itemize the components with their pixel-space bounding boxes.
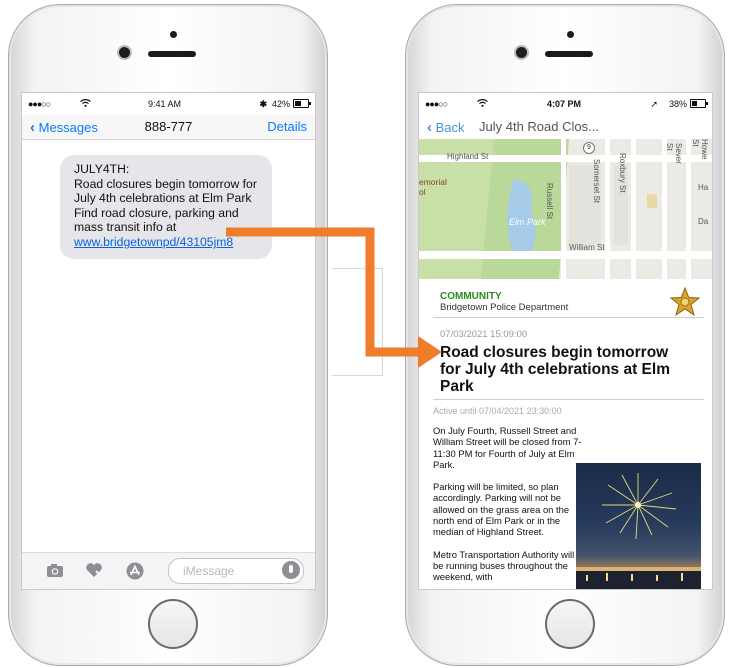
home-button[interactable] — [148, 599, 198, 649]
front-camera — [516, 47, 527, 58]
alert-headline: Road closures begin tomorrow for July 4t… — [440, 344, 670, 395]
street-label: Highland St — [447, 152, 489, 161]
message-input-bar: iMessage — [22, 552, 315, 589]
clock: 9:41 AM — [148, 99, 182, 109]
alert-body: On July Fourth, Russell Street and Willi… — [433, 425, 583, 589]
status-bar: ●●●○○ 4:07 PM ➚ 38% — [419, 93, 712, 115]
background-panel — [332, 268, 383, 376]
back-label: Back — [435, 120, 465, 135]
alert-paragraph: Metro Transportation Authority will be r… — [433, 548, 575, 583]
mic-icon[interactable] — [282, 561, 300, 579]
imessage-input[interactable]: iMessage — [168, 558, 304, 584]
battery-percent: 42% — [271, 99, 290, 109]
messages-navbar: ‹ Messages 888-777 Details — [22, 115, 315, 140]
battery-percent: 38% — [668, 99, 687, 109]
home-button[interactable] — [545, 599, 595, 649]
earpiece-speaker — [545, 51, 593, 57]
status-bar: ●●●○○ 9:41 AM ✱ 42% — [22, 93, 315, 115]
street-label: Russell St — [545, 183, 554, 220]
alert-agency: Bridgetown Police Department — [440, 302, 569, 313]
alert-screen: ●●●○○ 4:07 PM ➚ 38% ‹ Back July 4th Road… — [418, 92, 713, 590]
battery-indicator: 42% — [271, 99, 311, 109]
message-link[interactable]: www.bridgetownpd/43105jm8 — [74, 235, 233, 249]
signal-strength: ●●●○○ — [28, 99, 51, 109]
map-label: Ha — [698, 183, 709, 192]
bluetooth-icon: ✱ — [259, 99, 267, 109]
battery-indicator: 38% — [668, 99, 708, 109]
heart-digital-touch-icon[interactable] — [85, 562, 103, 578]
chevron-left-icon: ‹ — [427, 119, 432, 136]
details-button[interactable]: Details — [267, 119, 307, 134]
fireworks-photo — [576, 463, 701, 589]
message-line: JULY4TH: — [74, 162, 130, 176]
active-until: Active until 07/04/2021 23:30:00 — [433, 406, 562, 416]
app-store-icon[interactable] — [124, 562, 146, 580]
message-line: Road closures begin tomorrow for July 4t… — [74, 176, 257, 206]
map-label: Da — [698, 217, 709, 226]
back-button[interactable]: ‹ Back — [427, 119, 465, 136]
map-label: emorial — [419, 177, 447, 187]
alert-paragraph: Parking will be limited, so plan accordi… — [433, 481, 570, 538]
proximity-sensor — [567, 31, 574, 38]
street-label: Sever St — [665, 143, 683, 164]
alert-navbar: ‹ Back July 4th Road Clos... — [419, 115, 712, 139]
alert-card: COMMUNITY Bridgetown Police Department 0… — [419, 279, 712, 589]
alert-category: COMMUNITY — [440, 291, 502, 302]
wifi-icon — [477, 98, 488, 109]
sheriff-badge-icon — [670, 287, 700, 317]
clock: 4:07 PM — [547, 99, 582, 109]
alert-timestamp: 07/03/2021 15:09:00 — [440, 329, 528, 340]
street-label: William St — [569, 243, 605, 252]
alert-paragraph: On July Fourth, Russell Street and Willi… — [433, 425, 582, 470]
location-icon: ➚ — [650, 99, 658, 109]
imessage-placeholder: iMessage — [183, 564, 235, 578]
map-label: ol — [419, 187, 426, 197]
map-view[interactable]: Highland St Russell St Somerset St Roxbu… — [419, 139, 712, 279]
route-marker: 9 — [583, 142, 595, 154]
left-phone: ●●●○○ 9:41 AM ✱ 42% ‹ Messages 888-777 D… — [8, 4, 328, 666]
street-label: Howe St — [691, 139, 709, 160]
alert-title: July 4th Road Clos... — [479, 119, 599, 134]
park-label: Elm Park — [509, 217, 546, 227]
street-label: Roxbury St — [618, 153, 627, 193]
message-line: Find road closure, parking and mass tran… — [74, 205, 239, 235]
battery-icon — [293, 99, 311, 108]
right-phone: ●●●○○ 4:07 PM ➚ 38% ‹ Back July 4th Road… — [405, 4, 725, 666]
front-camera — [119, 47, 130, 58]
battery-icon — [690, 99, 708, 108]
incoming-message-bubble: JULY4TH: Road closures begin tomorrow fo… — [60, 155, 272, 259]
earpiece-speaker — [148, 51, 196, 57]
wifi-icon — [80, 98, 91, 109]
signal-strength: ●●●○○ — [425, 99, 448, 109]
messages-screen: ●●●○○ 9:41 AM ✱ 42% ‹ Messages 888-777 D… — [21, 92, 316, 590]
proximity-sensor — [170, 31, 177, 38]
divider — [433, 317, 704, 318]
divider — [433, 399, 704, 400]
street-label: Somerset St — [592, 159, 601, 204]
camera-icon[interactable] — [46, 562, 64, 578]
